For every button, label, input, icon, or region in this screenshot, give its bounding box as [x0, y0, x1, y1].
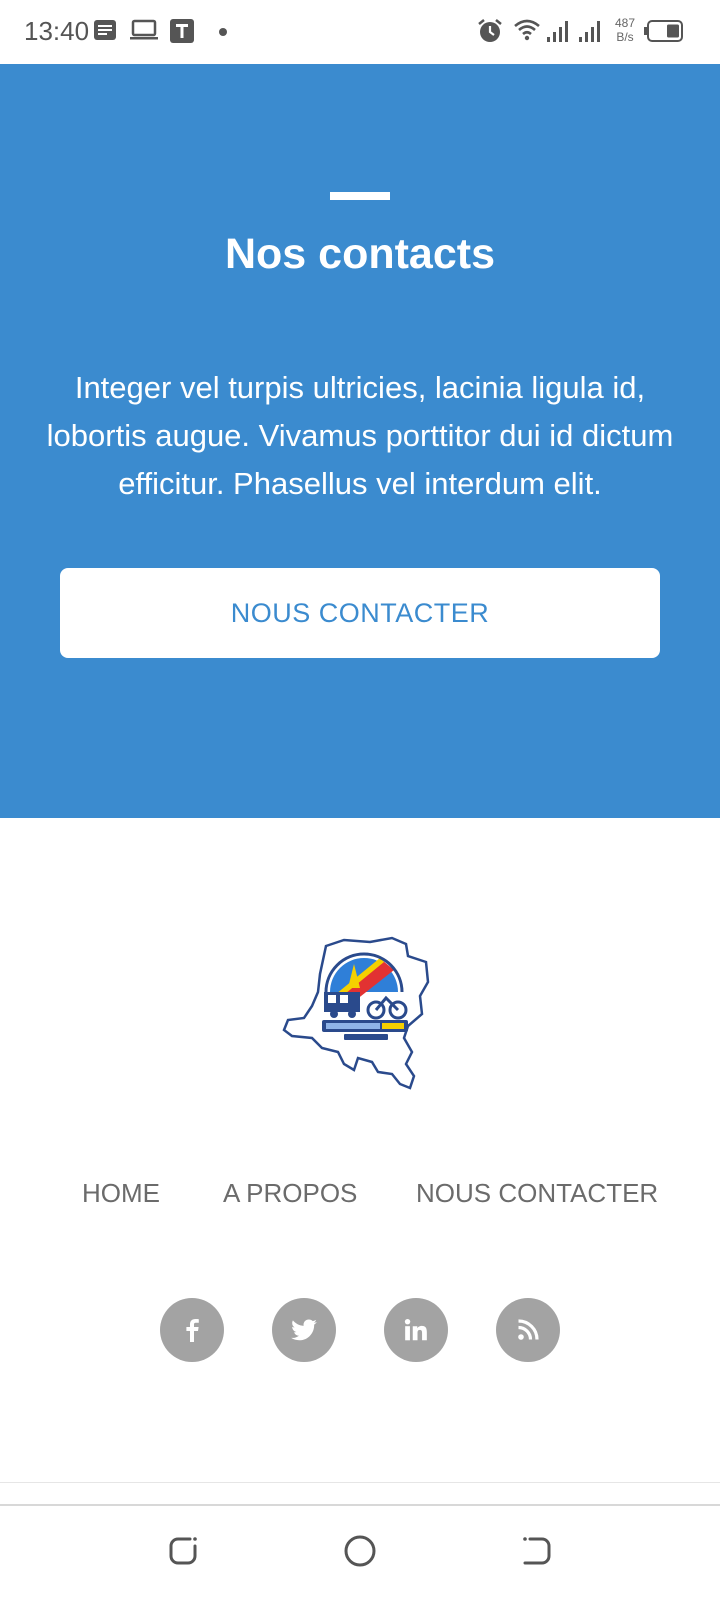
signal-icon [547, 21, 568, 42]
twitter-button[interactable] [272, 1298, 336, 1362]
dot-icon [219, 28, 227, 36]
t-app-icon [170, 19, 194, 43]
footer-divider [0, 1482, 720, 1483]
back-icon[interactable] [520, 1534, 554, 1568]
network-speed-unit: B/s [616, 30, 634, 44]
hero-title: Nos contacts [224, 230, 495, 278]
linkedin-icon [404, 1318, 427, 1341]
home-icon[interactable] [343, 1534, 377, 1568]
hero-description: Integer vel turpis ultricies, lacinia li… [46, 370, 674, 501]
contact-hero: Nos contacts Integer vel turpis ultricie… [0, 64, 720, 818]
footer-link-home[interactable]: HOME [82, 1178, 160, 1209]
signal-icon [579, 21, 600, 42]
footer-nav: HOME A PROPOS NOUS CONTACTER [0, 1178, 720, 1214]
wifi-icon [514, 19, 540, 41]
status-bar: 13:40 487 B/s [0, 0, 720, 64]
network-speed: 487 B/s [611, 16, 639, 44]
footer-link-contact[interactable]: NOUS CONTACTER [416, 1178, 658, 1209]
contact-us-button[interactable]: NOUS CONTACTER [60, 568, 660, 658]
twitter-icon [291, 1319, 317, 1341]
rss-button[interactable] [496, 1298, 560, 1362]
recent-apps-icon[interactable] [166, 1534, 200, 1568]
notes-icon [94, 20, 116, 40]
linkedin-button[interactable] [384, 1298, 448, 1362]
status-time: 13:40 [24, 16, 90, 46]
facebook-button[interactable] [160, 1298, 224, 1362]
footer-link-about[interactable]: A PROPOS [223, 1178, 357, 1209]
alarm-icon [478, 19, 502, 42]
battery-icon [644, 20, 683, 42]
facebook-icon [186, 1319, 199, 1342]
rss-icon [518, 1319, 539, 1340]
laptop-icon [130, 19, 158, 40]
drc-map-logo [282, 936, 430, 1090]
network-speed-value: 487 [614, 16, 636, 30]
title-accent-bar [330, 192, 390, 200]
